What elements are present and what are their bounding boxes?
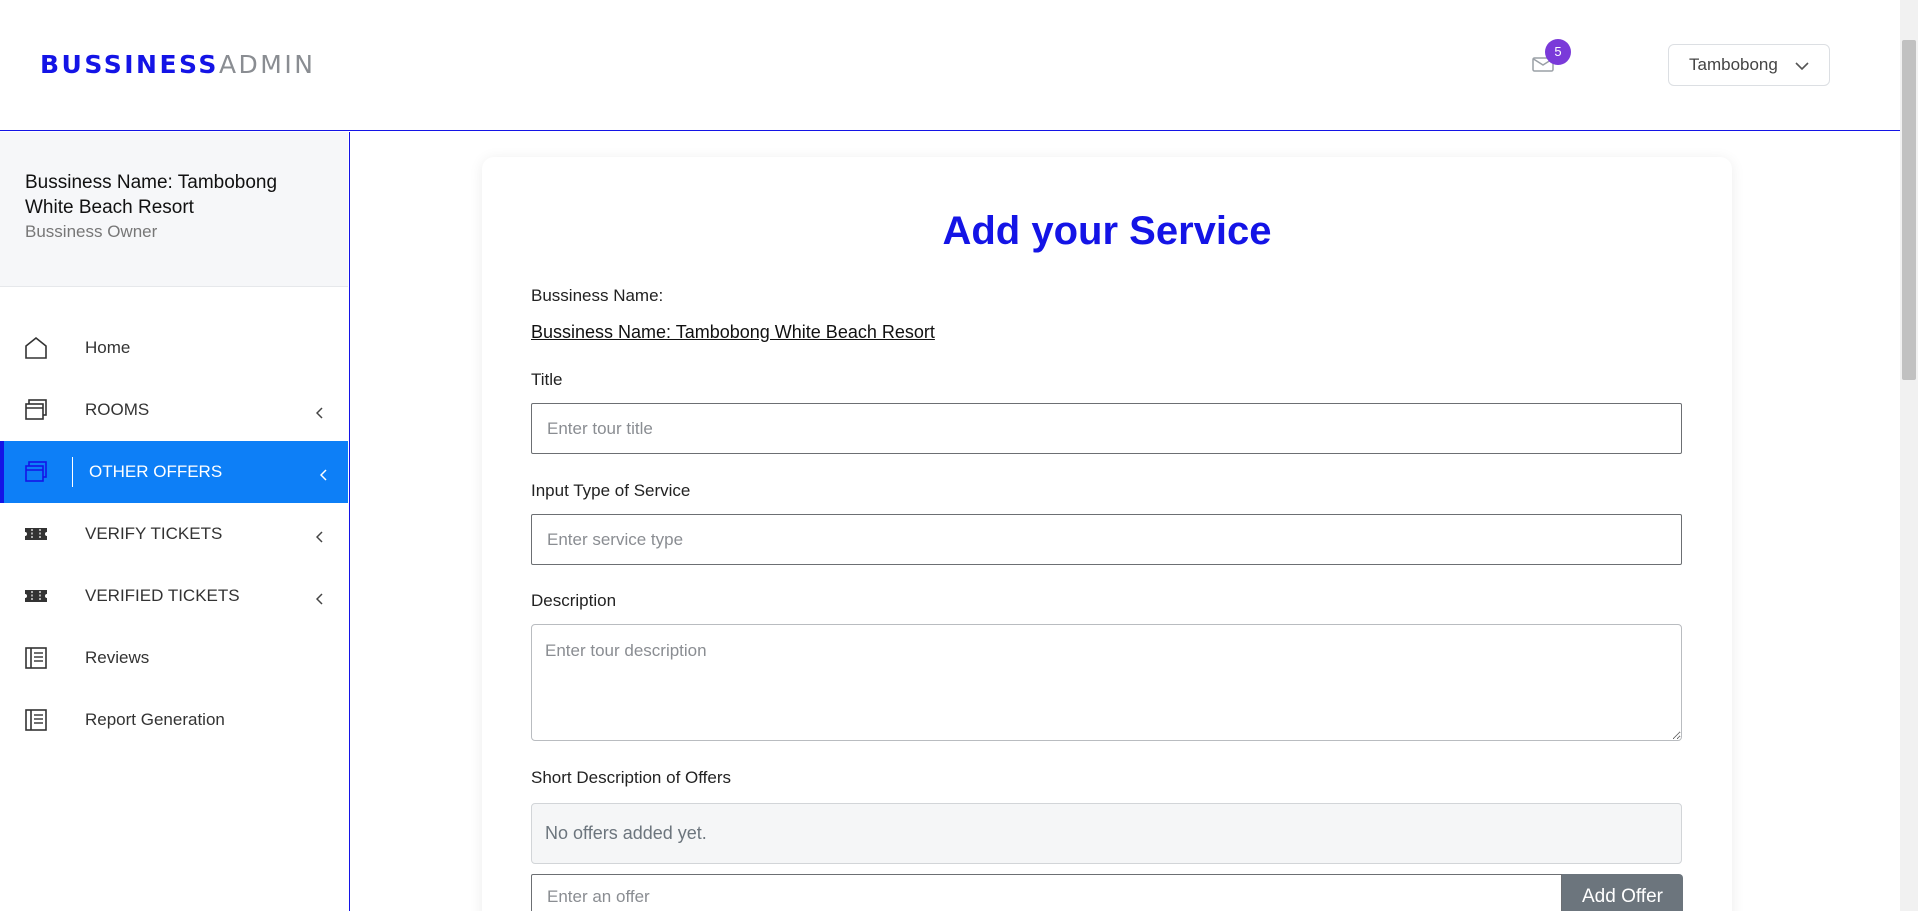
notification-badge[interactable]: 5 xyxy=(1545,39,1571,65)
chevron-left-icon xyxy=(315,528,324,548)
top-header: BUSSINESSADMIN 5 Tambobong xyxy=(0,0,1900,131)
sidebar-item-report-generation[interactable]: Report Generation xyxy=(0,689,348,751)
sidebar-item-reviews[interactable]: Reviews xyxy=(0,627,348,689)
sidebar-item-verify-tickets[interactable]: VERIFY TICKETS xyxy=(0,503,348,565)
business-name-link[interactable]: Bussiness Name: Tambobong White Beach Re… xyxy=(531,322,935,343)
offers-list-empty: No offers added yet. xyxy=(531,803,1682,864)
title-label: Title xyxy=(531,370,563,389)
business-name-label: Bussiness Name: xyxy=(531,286,664,305)
offers-label: Short Description of Offers xyxy=(531,768,731,787)
user-menu-label: Tambobong xyxy=(1689,55,1778,74)
sidebar-item-verified-tickets[interactable]: VERIFIED TICKETS xyxy=(0,565,348,627)
add-offer-button[interactable]: Add Offer xyxy=(1562,874,1683,911)
page-title: Add your Service xyxy=(942,209,1272,253)
sidebar-item-label: OTHER OFFERS xyxy=(89,462,223,481)
sidebar-item-label: ROOMS xyxy=(85,400,150,419)
add-service-card: Add your Service Bussiness Name: Bussine… xyxy=(482,157,1732,911)
logo-text-primary: BUSSINESS xyxy=(40,50,219,79)
chevron-left-icon xyxy=(319,466,328,486)
logo-text-secondary: ADMIN xyxy=(218,50,316,79)
sidebar-nav: Home ROOMS OTHER OFFERS VERIFY TICKETS V… xyxy=(0,317,348,751)
sidebar-item-home[interactable]: Home xyxy=(0,317,348,379)
profile-role: Bussiness Owner xyxy=(25,222,158,241)
service-type-input[interactable] xyxy=(531,514,1682,565)
scrollbar-thumb[interactable] xyxy=(1902,40,1916,380)
profile-panel: Bussiness Name: Tambobong White Beach Re… xyxy=(0,132,348,287)
chevron-left-icon xyxy=(315,404,324,424)
list-icon xyxy=(24,646,48,670)
window-icon xyxy=(24,398,48,422)
description-label: Description xyxy=(531,591,617,610)
chevron-left-icon xyxy=(315,590,324,610)
brand-logo[interactable]: BUSSINESSADMIN xyxy=(40,50,315,79)
home-icon xyxy=(24,336,48,360)
user-menu-dropdown[interactable]: Tambobong xyxy=(1668,44,1830,86)
sidebar-item-label: Reviews xyxy=(85,648,150,667)
description-textarea[interactable] xyxy=(531,624,1682,741)
ticket-icon xyxy=(24,522,48,546)
profile-name: Bussiness Name: Tambobong White Beach Re… xyxy=(25,172,278,218)
page-scrollbar[interactable] xyxy=(1900,0,1918,911)
service-type-label: Input Type of Service xyxy=(531,481,691,500)
ticket-icon xyxy=(24,584,48,608)
sidebar-item-label: Report Generation xyxy=(85,710,225,729)
list-icon xyxy=(24,708,48,732)
sidebar: Bussiness Name: Tambobong White Beach Re… xyxy=(0,132,350,911)
title-input[interactable] xyxy=(531,403,1682,454)
chevron-down-icon xyxy=(1795,58,1809,78)
sidebar-item-other-offers[interactable]: OTHER OFFERS xyxy=(0,441,348,503)
sidebar-item-label: VERIFY TICKETS xyxy=(85,524,223,543)
active-separator xyxy=(72,457,73,487)
window-icon xyxy=(24,460,48,484)
sidebar-item-rooms[interactable]: ROOMS xyxy=(0,379,348,441)
offer-input[interactable] xyxy=(531,874,1562,911)
sidebar-item-label: Home xyxy=(85,338,131,357)
sidebar-item-label: VERIFIED TICKETS xyxy=(85,586,240,605)
